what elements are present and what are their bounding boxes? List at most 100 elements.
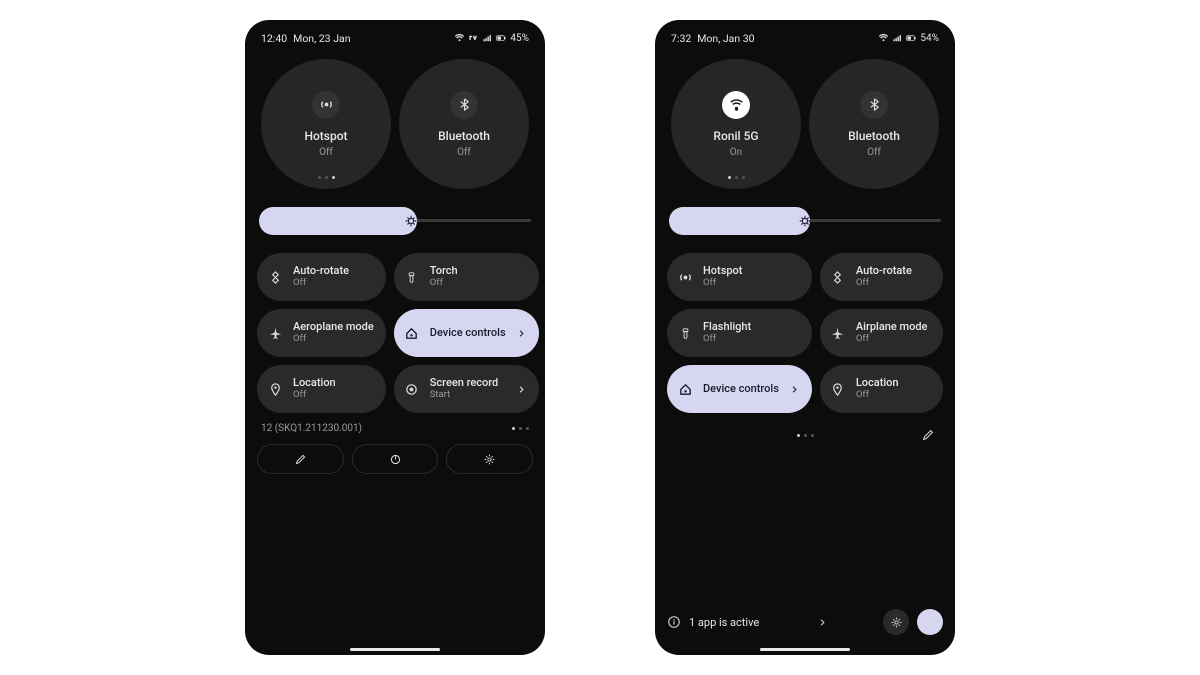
home-icon xyxy=(677,381,693,397)
slider-fill xyxy=(259,207,417,235)
nav-handle[interactable] xyxy=(760,648,850,651)
signal-icon xyxy=(892,33,903,44)
home-icon xyxy=(404,325,420,341)
rotate-icon xyxy=(830,269,846,285)
status-date: Mon, Jan 30 xyxy=(697,32,754,45)
edit-button[interactable] xyxy=(257,444,344,474)
tile-sub: Off xyxy=(856,334,931,345)
hotspot-icon xyxy=(312,91,340,119)
status-date: Mon, 23 Jan xyxy=(293,32,350,45)
wifi-icon xyxy=(878,33,889,44)
status-time: 7:32 xyxy=(671,32,691,45)
bluetooth-big-tile[interactable]: Bluetooth Off xyxy=(809,59,939,189)
brightness-slider[interactable] xyxy=(669,207,941,235)
big-tile-row: Ronil 5G On Bluetooth Off xyxy=(667,59,943,189)
status-time: 12:40 xyxy=(261,32,287,45)
status-bar: 7:32 Mon, Jan 30 54% xyxy=(667,30,943,53)
wifi-big-tile[interactable]: Ronil 5G On xyxy=(671,59,801,189)
bluetooth-icon xyxy=(450,91,478,119)
build-text: 12 (SKQ1.211230.001) xyxy=(261,423,362,434)
airplane-mode-tile[interactable]: Airplane mode Off xyxy=(820,309,943,357)
power-button[interactable] xyxy=(352,444,439,474)
tile-sub: Off xyxy=(293,390,374,401)
phone-left-quicksettings: 12:40 Mon, 23 Jan 45% Hotspot Off Blueto… xyxy=(245,20,545,655)
tile-label: Auto-rotate xyxy=(856,265,931,278)
tile-label: Hotspot xyxy=(703,265,800,278)
auto-rotate-tile[interactable]: Auto-rotate Off xyxy=(820,253,943,301)
settings-button[interactable] xyxy=(883,609,909,635)
big-tile-label: Ronil 5G xyxy=(713,129,758,143)
torch-icon xyxy=(677,325,693,341)
chevron-right-icon xyxy=(516,384,527,395)
tile-label: Aeroplane mode xyxy=(293,321,374,334)
tile-label: Location xyxy=(293,377,374,390)
page-dot xyxy=(526,427,529,430)
auto-rotate-tile[interactable]: Auto-rotate Off xyxy=(257,253,386,301)
tile-sub: Off xyxy=(703,278,800,289)
hotspot-big-tile[interactable]: Hotspot Off xyxy=(261,59,391,189)
tile-label: Flashlight xyxy=(703,321,800,334)
big-tile-label: Bluetooth xyxy=(438,129,490,143)
chevron-right-icon xyxy=(516,328,527,339)
screen-record-tile[interactable]: Screen record Start xyxy=(394,365,539,413)
tile-label: Torch xyxy=(430,265,527,278)
location-tile[interactable]: Location Off xyxy=(257,365,386,413)
big-tile-sub: Off xyxy=(319,147,333,158)
info-icon xyxy=(667,615,681,629)
location-tile[interactable]: Location Off xyxy=(820,365,943,413)
battery-icon xyxy=(496,33,507,44)
settings-button[interactable] xyxy=(446,444,533,474)
tile-sub: Off xyxy=(293,334,374,345)
active-apps-text: 1 app is active xyxy=(689,616,759,629)
bluetooth-big-tile[interactable]: Bluetooth Off xyxy=(399,59,529,189)
tile-label: Device controls xyxy=(430,327,506,340)
chevron-right-icon xyxy=(789,384,800,395)
tile-sub: Off xyxy=(293,278,374,289)
big-tile-label: Bluetooth xyxy=(848,129,900,143)
page-dot xyxy=(804,434,807,437)
page-dot xyxy=(811,434,814,437)
torch-icon xyxy=(404,269,420,285)
slider-fill xyxy=(669,207,810,235)
tile-sub: Off xyxy=(703,334,800,345)
device-controls-tile[interactable]: Device controls xyxy=(667,365,812,413)
volte-icon xyxy=(468,33,479,44)
tile-sub: Start xyxy=(430,390,506,401)
big-tile-label: Hotspot xyxy=(304,129,347,143)
location-icon xyxy=(267,381,283,397)
brightness-slider[interactable] xyxy=(259,207,531,235)
airplane-icon xyxy=(830,325,846,341)
torch-tile[interactable]: Torch Off xyxy=(394,253,539,301)
page-dot xyxy=(512,427,515,430)
tile-grid: Hotspot Off Auto-rotate Off Flashlight O… xyxy=(667,253,943,413)
battery-icon xyxy=(906,33,917,44)
aeroplane-mode-tile[interactable]: Aeroplane mode Off xyxy=(257,309,386,357)
flashlight-tile[interactable]: Flashlight Off xyxy=(667,309,812,357)
power-button[interactable] xyxy=(917,609,943,635)
edit-button[interactable] xyxy=(921,428,935,442)
status-bar: 12:40 Mon, 23 Jan 45% xyxy=(257,30,533,53)
rotate-icon xyxy=(267,269,283,285)
signal-icon xyxy=(482,33,493,44)
big-tile-row: Hotspot Off Bluetooth Off xyxy=(257,59,533,189)
bluetooth-icon xyxy=(860,91,888,119)
tile-label: Device controls xyxy=(703,383,779,396)
tile-label: Location xyxy=(856,377,931,390)
device-controls-tile[interactable]: Device controls xyxy=(394,309,539,357)
phone-right-quicksettings: 7:32 Mon, Jan 30 54% Ronil 5G On Bluetoo… xyxy=(655,20,955,655)
wifi-icon xyxy=(722,91,750,119)
record-icon xyxy=(404,381,420,397)
big-tile-sub: Off xyxy=(867,147,881,158)
active-apps-row[interactable]: 1 app is active xyxy=(667,615,828,629)
tile-grid: Auto-rotate Off Torch Off Aeroplane mode… xyxy=(257,253,533,413)
nav-handle[interactable] xyxy=(350,648,440,651)
wifi-icon xyxy=(454,33,465,44)
big-tile-sub: Off xyxy=(457,147,471,158)
big-tile-sub: On xyxy=(730,147,742,158)
page-dots xyxy=(797,434,814,437)
hotspot-tile[interactable]: Hotspot Off xyxy=(667,253,812,301)
airplane-icon xyxy=(267,325,283,341)
hotspot-icon xyxy=(677,269,693,285)
tile-label: Auto-rotate xyxy=(293,265,374,278)
tile-sub: Off xyxy=(856,390,931,401)
